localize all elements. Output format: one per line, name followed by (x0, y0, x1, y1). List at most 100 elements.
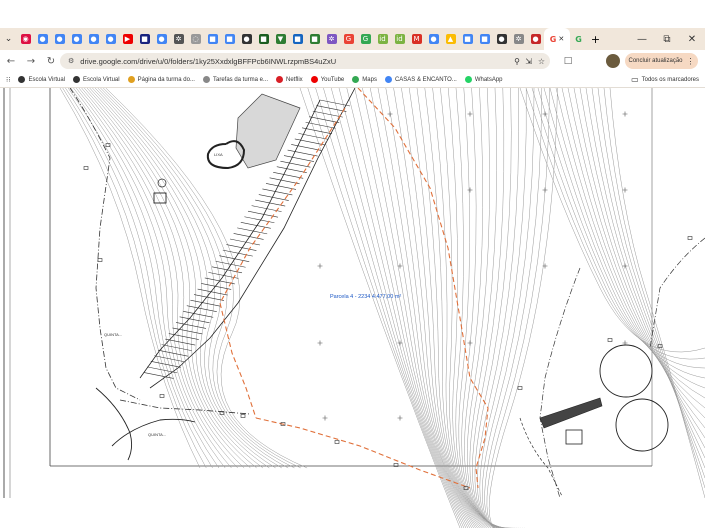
quinta-label-2: QUINTA... (148, 432, 166, 437)
tab-youtube-icon: ▶ (122, 34, 133, 44)
close-tab-icon[interactable]: ✕ (558, 35, 564, 43)
tab[interactable]: ■ (476, 28, 493, 50)
tab-spin-icon: ✲ (326, 34, 337, 44)
tab[interactable]: ■ (459, 28, 476, 50)
tab-strip: ⌄ ◉ ● ● ● ● ● ▶ ■ ● ✲ ◌ ■ ■ ● ■ ▼ ■ ■ ✲ G Gid id M ● ▲ ■ ■ ● ✲ ● G ✕ G + (0, 28, 705, 50)
minimize-button[interactable]: — (631, 28, 653, 50)
tab-classroom-icon-5: ● (105, 34, 116, 44)
tab[interactable]: ● (527, 28, 544, 50)
tab[interactable]: ✲ (323, 28, 340, 50)
tab[interactable]: M (408, 28, 425, 50)
bookmark-star-icon[interactable]: ☆ (538, 57, 545, 66)
tab-circle-icon: ● (241, 34, 252, 44)
bookmark-label: Netflix (286, 76, 303, 83)
bookmark-favicon-icon (352, 76, 360, 83)
tab[interactable]: ◌ (187, 28, 204, 50)
tab[interactable]: ■ (221, 28, 238, 50)
bookmark-item[interactable]: Maps (352, 76, 377, 83)
tab[interactable]: ◉ (17, 28, 34, 50)
tab[interactable]: ● (68, 28, 85, 50)
site-info-icon[interactable]: ⚙ (68, 57, 74, 65)
bookmark-item[interactable]: YouTube (310, 76, 344, 83)
tab[interactable]: ● (34, 28, 51, 50)
tab-photo-icon: ■ (309, 34, 320, 44)
tab[interactable]: ✲ (170, 28, 187, 50)
restore-button[interactable]: ⧉ (656, 28, 678, 50)
tab[interactable]: ● (238, 28, 255, 50)
tab[interactable]: ● (493, 28, 510, 50)
tab[interactable]: ● (153, 28, 170, 50)
close-window-button[interactable]: ✕ (681, 28, 703, 50)
tab[interactable]: ■ (136, 28, 153, 50)
tab-id-icon: id (377, 34, 388, 44)
bookmark-item[interactable]: Escola Virtual (18, 76, 65, 83)
tab[interactable]: ■ (204, 28, 221, 50)
tab-classroom-icon: ● (37, 34, 48, 44)
tab[interactable]: G (570, 28, 587, 50)
area-label: LIXA (214, 152, 223, 157)
bookmark-label: WhatsApp (474, 76, 503, 83)
tab[interactable]: ■ (306, 28, 323, 50)
bookmark-item[interactable]: Escola Virtual (73, 76, 120, 83)
bookmark-item[interactable]: CASAS & ENCANTO... (384, 76, 457, 83)
tab[interactable]: ⌄ (0, 28, 17, 50)
bookmark-item[interactable]: Netflix (276, 76, 303, 83)
tab[interactable]: ▲ (442, 28, 459, 50)
tab-spin-icon-2: ✲ (513, 34, 524, 44)
bookmark-item[interactable]: Página da turma do... (127, 76, 195, 83)
quinta-label-1: QUINTA... (104, 332, 122, 337)
tab[interactable]: G (340, 28, 357, 50)
tab[interactable]: id (391, 28, 408, 50)
tab[interactable]: ▶ (119, 28, 136, 50)
tab-docs-icon-3: ■ (462, 34, 473, 44)
tab-list-icon: ⌄ (4, 34, 13, 44)
bookmark-favicon-icon (73, 76, 81, 83)
zoom-icon[interactable]: ⚲ (514, 57, 520, 66)
tab[interactable]: ● (51, 28, 68, 50)
tab-id-icon-2: id (394, 34, 405, 44)
install-icon[interactable]: ⇲ (525, 57, 532, 66)
profile-avatar[interactable] (606, 54, 620, 68)
reload-button[interactable]: ↻ (42, 50, 60, 72)
bookmark-favicon-icon (310, 76, 318, 83)
more-menu-icon[interactable]: ⋮ (687, 57, 695, 66)
tab[interactable]: ■ (289, 28, 306, 50)
tab-google-icon-2: G (360, 34, 371, 44)
bookmark-favicon-icon (384, 76, 392, 83)
all-bookmarks[interactable]: ▭ Todos os marcadores (631, 75, 699, 84)
tab-settings-icon: ✲ (173, 34, 184, 44)
tab[interactable]: ● (85, 28, 102, 50)
tab[interactable]: ■ (255, 28, 272, 50)
tab-classroom-icon-3: ● (71, 34, 82, 44)
bookmark-label: Página da turma do... (137, 76, 195, 83)
tab[interactable]: ✲ (510, 28, 527, 50)
tab-active[interactable]: G ✕ (544, 28, 570, 50)
tab[interactable]: ● (425, 28, 442, 50)
address-bar[interactable]: ⚙ drive.google.com/drive/u/0/folders/1ky… (60, 53, 550, 69)
tab[interactable]: G (357, 28, 374, 50)
tab-google-icon: G (343, 34, 354, 44)
tab-drive-icon: ▲ (445, 34, 456, 44)
forward-button[interactable]: → (22, 50, 40, 72)
back-button[interactable]: ← (2, 50, 20, 72)
tab-active-google-icon: G (549, 34, 557, 44)
bookmarks-bar: ⁝⁝ Escola Virtual Escola Virtual Página da… (0, 72, 705, 88)
drive-preview-area: LIXA Parcela 4 - 2234 4.477,00 m² QUINTA… (0, 88, 705, 528)
new-tab-button[interactable]: + (587, 28, 604, 50)
tab[interactable]: ● (102, 28, 119, 50)
bookmark-label: Tarefas da turma e... (212, 76, 269, 83)
site-plan-drawing: LIXA Parcela 4 - 2234 4.477,00 m² QUINTA… (0, 88, 705, 528)
bookmark-item[interactable]: WhatsApp (464, 76, 503, 83)
tab-meet-icon: ● (428, 34, 439, 44)
extensions-icon[interactable]: □ (560, 53, 576, 69)
url-text: drive.google.com/drive/u/0/folders/1ky25… (80, 56, 337, 66)
tab[interactable]: id (374, 28, 391, 50)
tab-mail-icon: ■ (292, 34, 303, 44)
bookmark-favicon-icon (464, 76, 472, 83)
update-button[interactable]: Concluir atualização ⋮ (625, 53, 698, 69)
bookmark-item[interactable]: Tarefas da turma e... (202, 76, 269, 83)
bookmark-favicon-icon (18, 76, 26, 83)
apps-grid-icon[interactable]: ⁝⁝ (6, 76, 10, 84)
tab[interactable]: ▼ (272, 28, 289, 50)
parcel-label: Parcela 4 - 2234 4.477,00 m² (330, 294, 401, 300)
